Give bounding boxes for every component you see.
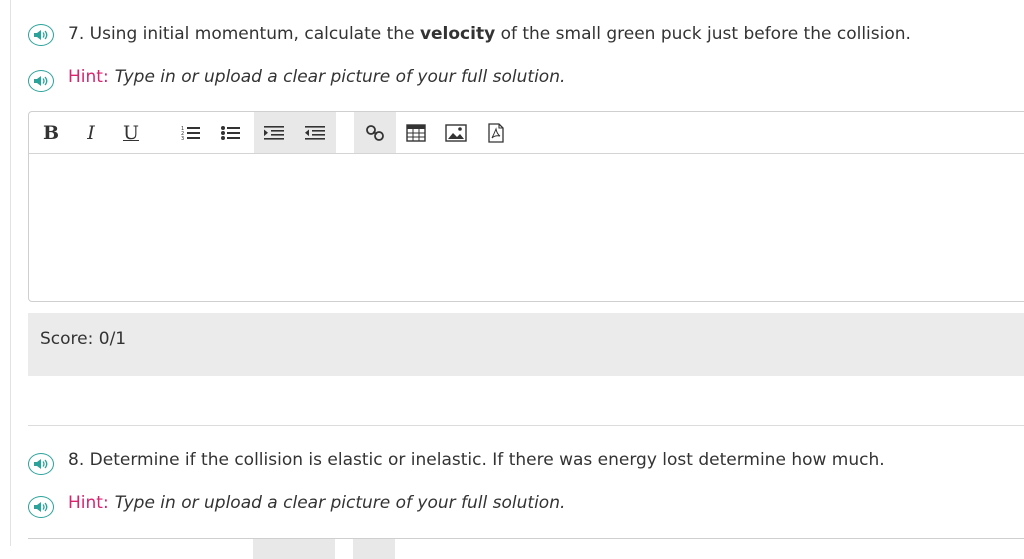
left-border-line <box>10 0 11 546</box>
hint-label: Hint: <box>68 67 109 87</box>
hint-speaker-icon[interactable] <box>28 496 54 518</box>
score-display: Score: 0/1 <box>40 329 126 349</box>
ordered-list-button[interactable]: 1 2 3 <box>177 112 205 153</box>
section-divider <box>28 425 1024 426</box>
outdent-icon <box>305 125 325 140</box>
unordered-list-icon <box>221 125 240 140</box>
toolbar-indent-group[interactable] <box>253 539 335 559</box>
answer-editor: B I U 1 2 3 <box>28 111 1024 302</box>
hint-label: Hint: <box>68 493 109 513</box>
image-button[interactable] <box>442 112 470 153</box>
hint-8: Hint: Type in or upload a clear picture o… <box>68 493 565 513</box>
hint-text: Type in or upload a clear picture of you… <box>114 493 566 513</box>
ordered-list-icon: 1 2 3 <box>181 126 200 141</box>
bold-button[interactable]: B <box>37 112 65 153</box>
question-text: Determine if the collision is elastic or… <box>89 450 885 470</box>
toolbar-link-group[interactable] <box>353 539 395 559</box>
score-panel: Score: 0/1 <box>28 313 1024 376</box>
indent-button[interactable] <box>254 112 294 153</box>
score-label: Score: <box>40 329 94 349</box>
question-number: 7. <box>68 24 85 44</box>
question-7-text: 7. Using initial momentum, calculate the… <box>68 24 911 44</box>
editor-content-area[interactable] <box>29 154 1024 301</box>
link-icon <box>366 124 384 141</box>
link-button[interactable] <box>354 112 396 153</box>
unordered-list-button[interactable] <box>217 112 245 153</box>
pdf-icon <box>488 122 504 143</box>
pdf-button[interactable] <box>482 112 510 153</box>
question-bold-word: velocity <box>419 24 496 44</box>
svg-text:3: 3 <box>181 136 184 141</box>
question-text-after: of the small green puck just before the … <box>495 24 911 44</box>
question-text-before: Using initial momentum, calculate the <box>89 24 420 44</box>
indent-icon <box>264 125 284 140</box>
editor-toolbar: B I U 1 2 3 <box>29 112 1024 154</box>
underline-button[interactable]: U <box>117 112 145 153</box>
speaker-icon[interactable] <box>28 453 54 475</box>
image-icon <box>445 123 467 142</box>
hint-text: Type in or upload a clear picture of you… <box>114 67 566 87</box>
table-button[interactable] <box>402 112 430 153</box>
table-icon <box>406 123 426 142</box>
hint-7: Hint: Type in or upload a clear picture o… <box>68 67 565 87</box>
question-number: 8. <box>68 450 85 470</box>
answer-editor-2 <box>28 538 1024 559</box>
score-value: 0/1 <box>98 329 127 349</box>
hint-speaker-icon[interactable] <box>28 70 54 92</box>
question-8-text: 8. Determine if the collision is elastic… <box>68 450 885 470</box>
speaker-icon[interactable] <box>28 24 54 46</box>
outdent-button[interactable] <box>294 112 336 153</box>
italic-button[interactable]: I <box>77 112 105 153</box>
